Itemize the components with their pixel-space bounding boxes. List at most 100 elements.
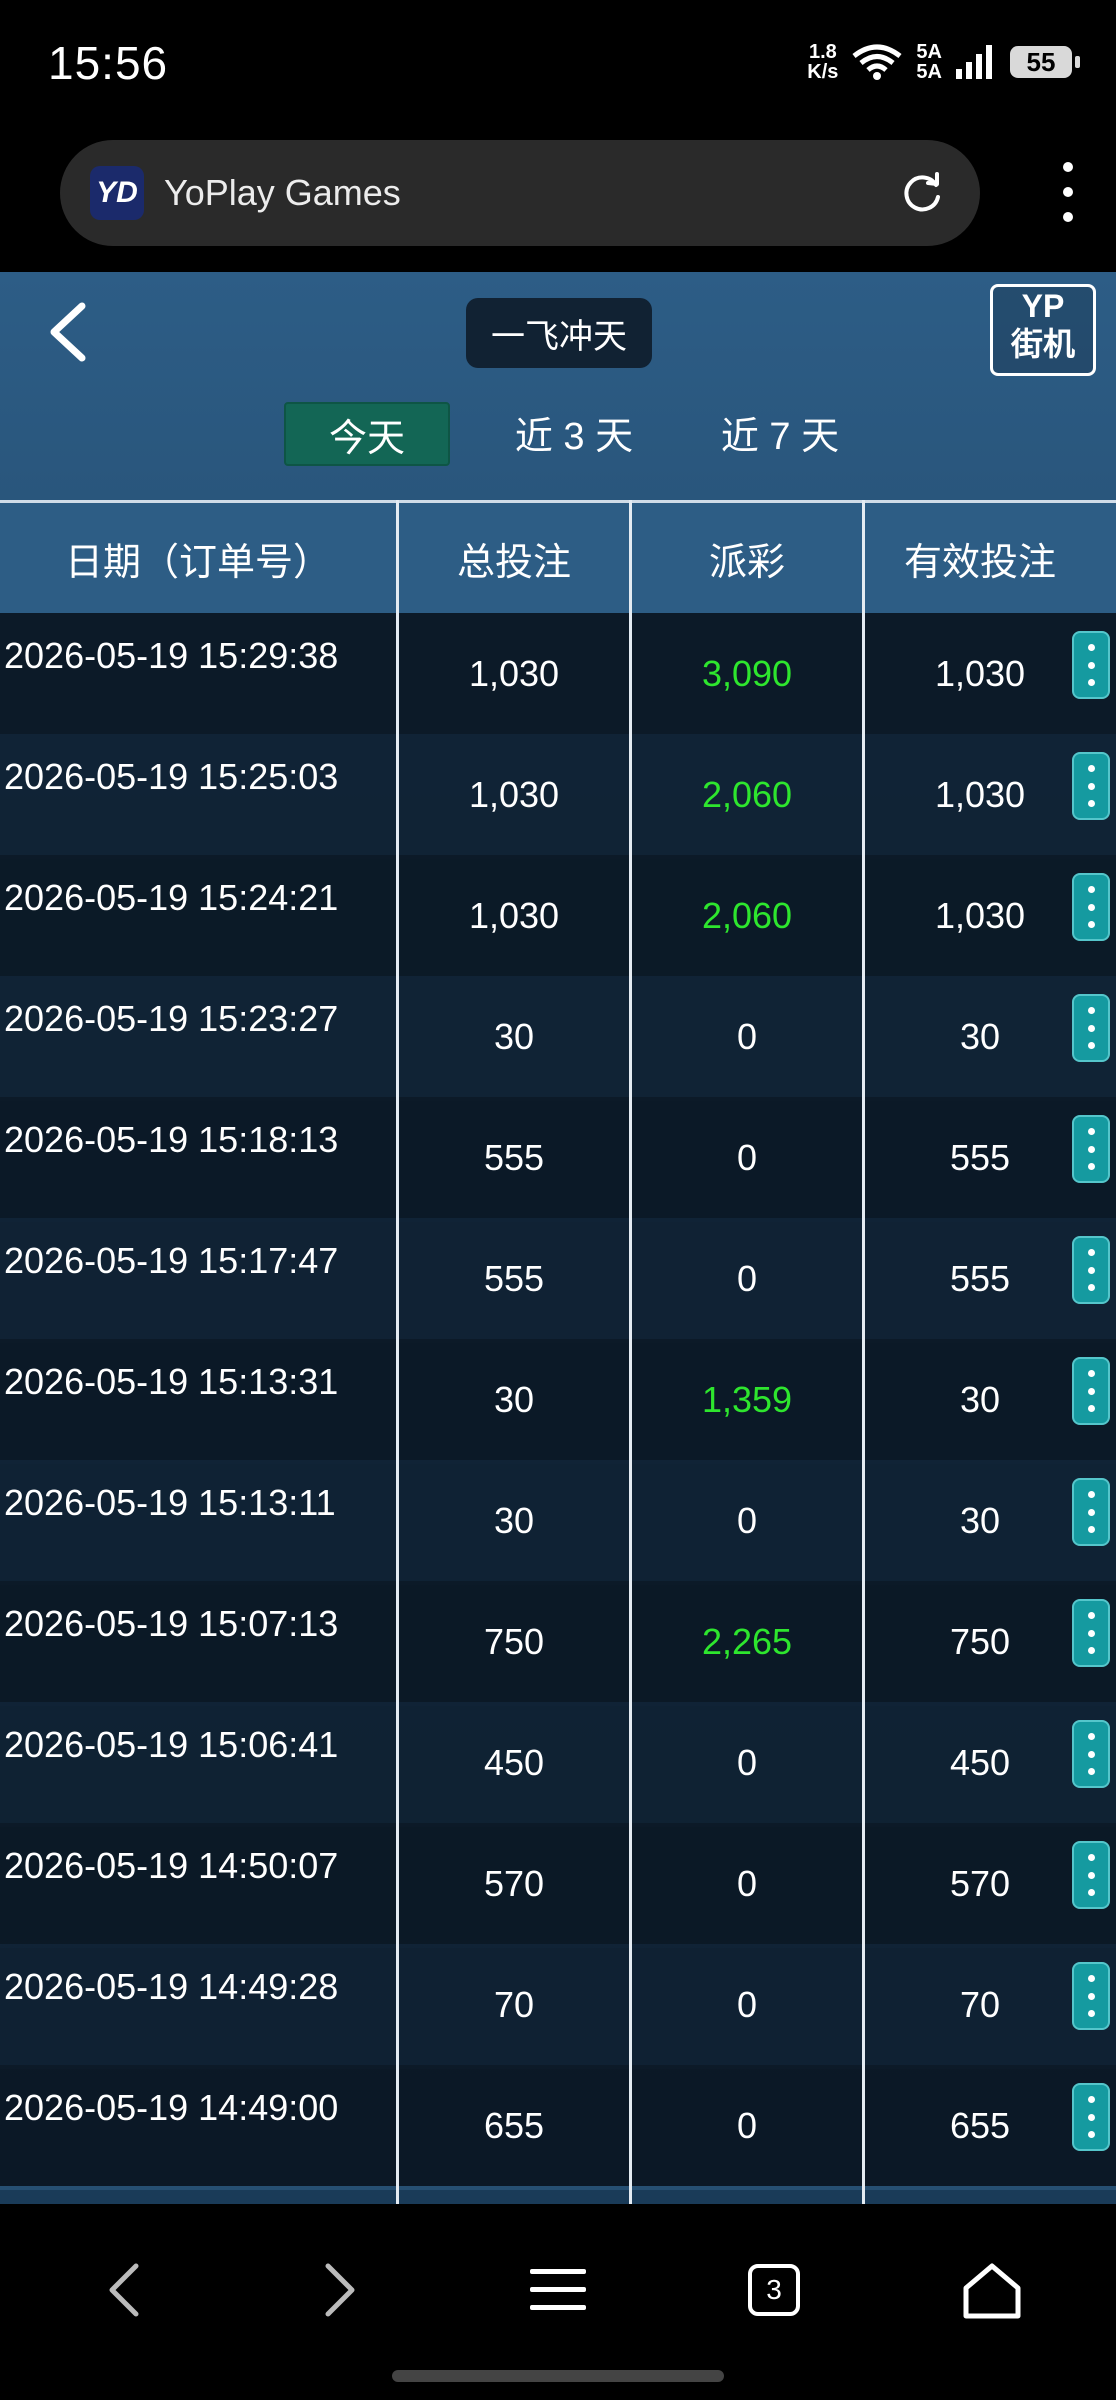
row-date: 2026-05-19 15:24:21 [4,877,339,918]
row-payout: 0 [736,1983,758,2025]
yp-arcade-logo: YP 街机 [990,284,1096,376]
row-payout: 2,060 [701,894,793,936]
row-payout: 0 [736,1741,758,1783]
row-payout: 0 [736,1015,758,1057]
game-title: 一飞冲天 [466,298,652,368]
table-row: 2026-05-19 15:25:03 1,030 2,060 1,030 [0,734,1116,859]
table-row: 2026-05-19 14:49:00 655 0 655 [0,2065,1116,2190]
row-valid-bet: 555 [949,1257,1011,1299]
table-row: 2026-05-19 15:06:41 450 0 450 [0,1702,1116,1827]
row-valid-bet: 30 [959,1015,1001,1057]
more-vertical-icon [1087,885,1095,893]
home-icon [963,2263,1021,2319]
more-vertical-icon [1087,1974,1095,1982]
reload-button[interactable] [894,165,950,221]
row-details-button[interactable] [1072,2083,1110,2151]
row-payout: 1,359 [701,1378,793,1420]
row-details-button[interactable] [1072,1720,1110,1788]
row-total-bet: 1,030 [468,773,560,815]
row-total-bet: 655 [483,2104,545,2146]
row-date: 2026-05-19 14:49:28 [4,1966,339,2007]
row-total-bet: 30 [493,1378,535,1420]
table-row: 2026-05-19 15:13:11 30 0 30 [0,1460,1116,1585]
status-bar: 15:56 1.8 K/s 5A 5A 55 [0,0,1116,132]
table-row: 2026-05-19 14:50:07 570 0 570 [0,1823,1116,1948]
column-divider [862,500,865,2204]
arrow-left-icon [109,2263,139,2317]
address-bar[interactable]: YD YoPlay Games [60,140,980,246]
signal-bars-icon [956,45,992,79]
nav-back-button[interactable] [74,2240,174,2340]
row-details-button[interactable] [1072,631,1110,699]
more-vertical-icon [1087,1732,1095,1740]
row-details-button[interactable] [1072,1599,1110,1667]
row-details-button[interactable] [1072,1962,1110,2030]
bet-history-table: 日期（订单号） 总投注 派彩 有效投注 2026-05-19 15:29:38 1… [0,500,1116,2204]
row-valid-bet: 1,030 [934,652,1026,694]
row-valid-bet: 655 [949,2104,1011,2146]
table-row: 2026-05-19 15:29:38 1,030 3,090 1,030 [0,613,1116,738]
column-divider [629,500,632,2204]
row-total-bet: 1,030 [468,894,560,936]
row-total-bet: 70 [493,1983,535,2025]
chevron-left-icon [50,302,86,362]
row-date: 2026-05-19 15:07:13 [4,1603,339,1644]
browser-menu-button[interactable] [1056,162,1080,222]
row-date: 2026-05-19 15:06:41 [4,1724,339,1765]
row-date: 2026-05-19 15:23:27 [4,998,339,1039]
network-speed: 1.8 K/s [807,41,839,83]
row-payout: 2,060 [701,773,793,815]
wifi-icon [852,44,902,80]
tab-count: 3 [748,2264,800,2316]
row-details-button[interactable] [1072,752,1110,820]
row-valid-bet: 570 [949,1862,1011,1904]
row-details-button[interactable] [1072,1478,1110,1546]
row-details-button[interactable] [1072,1236,1110,1304]
table-row: 2026-05-19 15:23:27 30 0 30 [0,976,1116,1101]
table-row: 2026-05-19 15:24:21 1,030 2,060 1,030 [0,855,1116,980]
more-vertical-icon [1087,643,1095,651]
nav-home-button[interactable] [942,2240,1042,2340]
more-vertical-icon [1087,1490,1095,1498]
row-valid-bet: 750 [949,1620,1011,1662]
row-valid-bet: 555 [949,1136,1011,1178]
row-valid-bet: 1,030 [934,894,1026,936]
row-valid-bet: 450 [949,1741,1011,1783]
row-payout: 3,090 [701,652,793,694]
nav-forward-button[interactable] [290,2240,390,2340]
row-payout: 2,265 [701,1620,793,1662]
row-date: 2026-05-19 15:18:13 [4,1119,339,1160]
nav-menu-button[interactable] [508,2240,608,2340]
tab-7-days[interactable]: 近 7 天 [700,402,860,462]
row-payout: 0 [736,2104,758,2146]
more-vertical-icon [1087,764,1095,772]
row-details-button[interactable] [1072,1115,1110,1183]
row-details-button[interactable] [1072,994,1110,1062]
row-total-bet: 450 [483,1741,545,1783]
more-vertical-icon [1087,1127,1095,1135]
tabs-button[interactable]: 3 [724,2240,824,2340]
more-vertical-icon [1063,162,1073,172]
row-payout: 0 [736,1136,758,1178]
row-valid-bet: 70 [959,1983,1001,2025]
column-header-date: 日期（订单号） [64,541,331,584]
row-total-bet: 555 [483,1136,545,1178]
gesture-bar [392,2370,724,2382]
row-details-button[interactable] [1072,1357,1110,1425]
battery-indicator: 55 [1010,46,1080,78]
row-total-bet: 555 [483,1257,545,1299]
table-row: 2026-05-19 15:18:13 555 0 555 [0,1097,1116,1222]
column-header-valid-bet: 有效投注 [903,541,1056,584]
arrow-right-icon [325,2263,355,2317]
tab-3-days[interactable]: 近 3 天 [494,402,654,462]
more-vertical-icon [1087,1853,1095,1861]
row-details-button[interactable] [1072,1841,1110,1909]
row-payout: 0 [736,1862,758,1904]
column-header-payout: 派彩 [708,541,785,584]
tab-today[interactable]: 今天 [284,402,450,466]
row-details-button[interactable] [1072,873,1110,941]
back-button[interactable] [38,292,98,372]
browser-navigation-bar: 3 [0,2204,1116,2400]
table-row: 2026-05-19 15:07:13 750 2,265 750 [0,1581,1116,1706]
row-date: 2026-05-19 15:29:38 [4,635,339,676]
